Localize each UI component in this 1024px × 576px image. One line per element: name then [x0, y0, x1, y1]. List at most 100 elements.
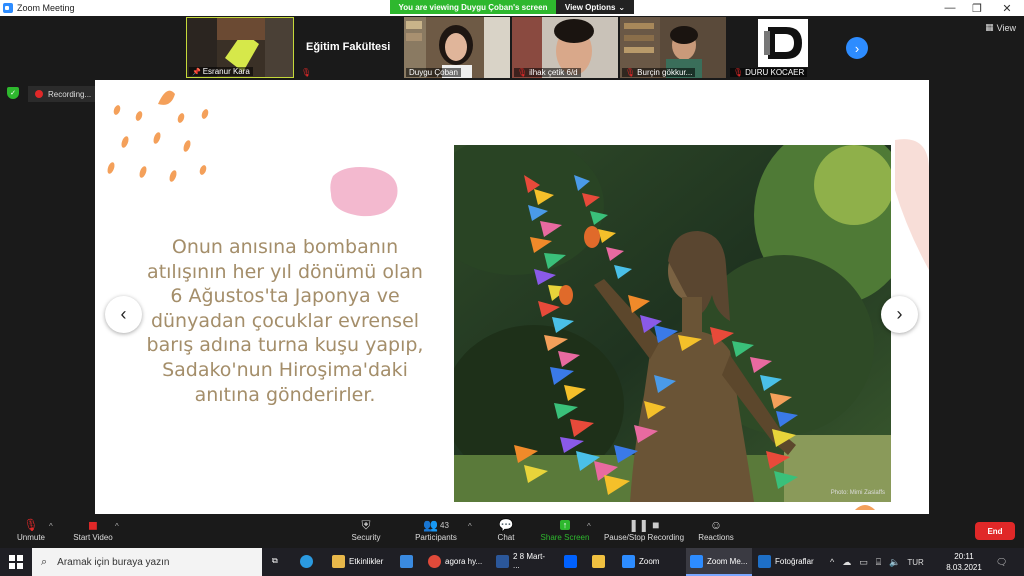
mic-muted-icon: 🎙	[733, 68, 744, 77]
slide-line: anıtına gönderirler.	[194, 383, 376, 406]
taskbar-app-label: 2 8 Mart- ...	[513, 552, 546, 570]
taskbar-explorer[interactable]	[588, 548, 614, 576]
participant-name-tag: 🎙 DURU KOCAER	[730, 68, 808, 77]
edge-icon	[300, 554, 313, 568]
taskbar-search[interactable]: ⌕ Aramak için buraya yazın	[32, 548, 262, 576]
chevron-down-icon: ⌄	[618, 2, 626, 12]
video-options-caret[interactable]: ^	[115, 522, 119, 531]
zoom-meeting-icon	[690, 554, 703, 568]
chevron-left-icon: ‹	[120, 304, 127, 324]
mic-muted-icon: 🎙	[23, 518, 39, 532]
taskbar-app-label: Etkinlikler	[349, 556, 384, 566]
restore-icon: ❐	[972, 2, 982, 15]
start-button[interactable]	[0, 548, 32, 576]
participants-options-caret[interactable]: ^	[468, 522, 472, 531]
task-view-button[interactable]: ⧉	[268, 548, 290, 576]
pause-stop-icon: ❚❚ ■	[628, 518, 660, 532]
notification-icon: 🗨	[996, 556, 1008, 567]
clock-time: 20:11	[954, 552, 974, 561]
taskbar-clock[interactable]: 20:11 8.03.2021	[944, 551, 984, 573]
taskbar-app[interactable]: Fotoğraflar	[754, 548, 824, 576]
share-screen-icon: ↑	[559, 517, 571, 533]
volume-icon[interactable]: 🔈	[889, 557, 900, 568]
mail-icon	[400, 554, 413, 568]
shield-icon: ⛨	[361, 517, 371, 532]
previous-slide-button[interactable]: ‹	[105, 296, 142, 333]
participant-name-tag: 🎙 Burçin gökkur...	[622, 68, 696, 77]
taskbar-app-label: agora hy...	[445, 556, 483, 566]
participant-name-tag: 🎙	[298, 68, 314, 77]
zoom-app-icon	[3, 3, 13, 13]
sadako-statue-photo: Photo: Mimi Zaslaffs	[454, 145, 891, 502]
close-button[interactable]: ✕	[992, 0, 1022, 16]
participant-tile[interactable]: 🎙 DURU KOCAER	[728, 17, 834, 78]
notifications-button[interactable]: 🗨	[996, 548, 1007, 576]
photos-icon	[758, 554, 771, 568]
slide-line: dünyadan çocuklar evrensel	[150, 309, 420, 332]
view-button[interactable]: ▦ View	[985, 22, 1016, 33]
participant-name: Esranur Kara	[202, 67, 250, 76]
windows-logo-icon	[9, 555, 23, 569]
taskbar-edge[interactable]	[296, 548, 324, 576]
language-indicator[interactable]: TUR	[907, 558, 923, 567]
taskbar-app-active[interactable]: Zoom Me...	[686, 548, 752, 576]
slide-text: Onun anısına bombanın atılışının her yıl…	[115, 235, 455, 407]
reactions-button[interactable]: ☺ Reactions	[698, 517, 734, 542]
share-options-caret[interactable]: ^	[587, 522, 591, 531]
participant-name-tag: 🎙 ilhak çetik 6/d	[514, 68, 581, 77]
dropbox-icon	[564, 554, 577, 568]
next-participants-button[interactable]: ›	[846, 37, 868, 59]
share-screen-button[interactable]: ↑ Share Screen	[540, 517, 590, 542]
view-label: View	[996, 22, 1016, 33]
record-dot-icon	[35, 90, 43, 98]
viewing-banner: You are viewing Duygu Çoban's screen	[390, 0, 556, 14]
chevron-right-icon: ›	[896, 304, 903, 324]
cloud-icon[interactable]: ☁	[842, 557, 851, 568]
chevron-right-icon: ›	[854, 40, 860, 56]
slide-line: Onun anısına bombanın	[171, 236, 399, 258]
minimize-button[interactable]: —	[935, 0, 965, 16]
participants-button[interactable]: 👥 43 Participants	[410, 517, 462, 542]
windows-taskbar: ⌕ Aramak için buraya yazın ⧉ Etkinlikler…	[0, 548, 1024, 576]
taskbar-app[interactable]: Zoom	[618, 548, 684, 576]
search-icon: ⌕	[41, 555, 48, 568]
taskbar-app-label: Zoom Me...	[707, 556, 748, 566]
battery-icon[interactable]: ▭	[859, 557, 868, 568]
participant-tile[interactable]: Eğitim Fakültesi 🎙	[296, 17, 402, 78]
security-label: Security	[351, 533, 381, 542]
unmute-button[interactable]: 🎙 Unmute	[14, 517, 48, 542]
grid-view-icon: ▦	[985, 22, 994, 32]
chat-button[interactable]: 💬 Chat	[494, 517, 518, 542]
taskbar-dropbox[interactable]	[560, 548, 584, 576]
participant-name: ilhak çetik 6/d	[529, 68, 578, 77]
participant-name: DURU KOCAER	[745, 68, 805, 77]
participant-name: Burçin gökkur...	[637, 68, 693, 77]
restore-button[interactable]: ❐	[962, 0, 992, 16]
start-video-button[interactable]: ◼ Start Video	[70, 517, 116, 542]
pause-stop-recording-button[interactable]: ❚❚ ■ Pause/Stop Recording	[603, 517, 685, 542]
next-slide-button[interactable]: ›	[881, 296, 918, 333]
participant-tile[interactable]: 🎙 Burçin gökkur...	[620, 17, 726, 78]
taskbar-app[interactable]: agora hy...	[424, 548, 488, 576]
network-icon[interactable]: ⌸	[876, 557, 881, 568]
participant-tile[interactable]: Duygu Çoban	[404, 17, 510, 78]
shared-slide: Onun anısına bombanın atılışının her yıl…	[95, 80, 929, 514]
view-options-button[interactable]: View Options ⌄	[556, 0, 634, 14]
window-title: Zoom Meeting	[17, 3, 75, 13]
taskbar-app[interactable]: Etkinlikler	[328, 548, 392, 576]
tray-chevron-icon[interactable]: ^	[830, 557, 834, 567]
taskbar-app[interactable]: 2 8 Mart- ...	[492, 548, 556, 576]
taskbar-mail[interactable]	[396, 548, 420, 576]
chat-label: Chat	[497, 533, 515, 542]
photo-credit: Photo: Mimi Zaslaffs	[830, 490, 885, 496]
end-meeting-button[interactable]: End	[975, 522, 1015, 540]
participants-label: Participants	[415, 533, 457, 542]
audio-options-caret[interactable]: ^	[49, 522, 53, 531]
participant-tile[interactable]: 📌 Esranur Kara	[186, 17, 294, 78]
view-options-label: View Options	[564, 2, 616, 12]
security-shield-icon: ✓	[7, 87, 19, 99]
participant-name: Duygu Çoban	[409, 68, 458, 77]
security-button[interactable]: ⛨ Security	[348, 517, 384, 543]
search-placeholder: Aramak için buraya yazın	[57, 556, 170, 568]
participant-tile[interactable]: 🎙 ilhak çetik 6/d	[512, 17, 618, 78]
